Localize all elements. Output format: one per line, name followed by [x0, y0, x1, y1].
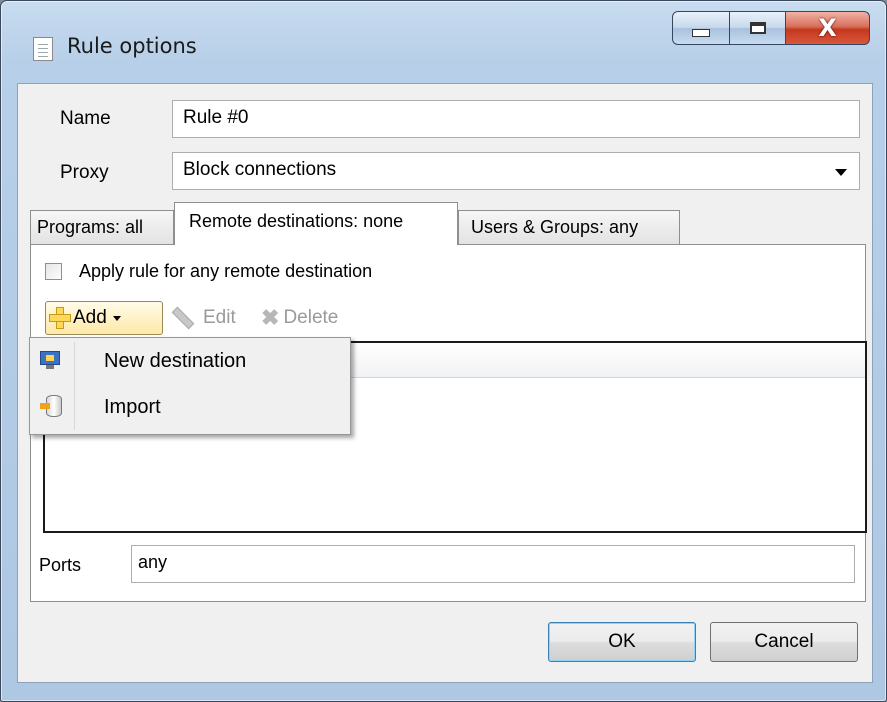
- delete-button[interactable]: ✖ Delete: [261, 303, 338, 333]
- apply-any-checkbox[interactable]: [45, 263, 62, 280]
- apply-any-label[interactable]: Apply rule for any remote destination: [79, 261, 372, 282]
- delete-icon: ✖: [261, 305, 280, 330]
- edit-button-label: Edit: [203, 307, 236, 328]
- name-input[interactable]: Rule #0: [172, 100, 860, 138]
- ports-input[interactable]: any: [131, 545, 855, 583]
- dropdown-arrow-icon: [112, 315, 121, 321]
- minimize-button[interactable]: [672, 11, 730, 45]
- menu-item-label: Import: [104, 396, 161, 418]
- monitor-icon: [40, 351, 60, 369]
- tab-programs[interactable]: Programs: all: [30, 210, 174, 244]
- title-bar[interactable]: Rule options X: [1, 1, 886, 83]
- menu-item-label: New destination: [104, 350, 247, 372]
- proxy-select[interactable]: Block connections: [172, 152, 860, 190]
- name-label: Name: [60, 108, 111, 129]
- delete-button-label: Delete: [283, 307, 339, 328]
- cancel-button[interactable]: Cancel: [710, 622, 858, 662]
- menu-item-new-destination[interactable]: New destination: [30, 340, 350, 386]
- caption-buttons: X: [672, 11, 870, 47]
- maximize-button[interactable]: [730, 11, 786, 45]
- edit-button[interactable]: Edit: [171, 303, 236, 333]
- add-dropdown-menu: New destination Import: [29, 337, 351, 435]
- menu-item-import[interactable]: Import: [30, 386, 350, 432]
- maximize-icon: [749, 22, 766, 34]
- proxy-label: Proxy: [60, 162, 109, 183]
- chevron-down-icon: [835, 169, 847, 176]
- document-icon: [33, 37, 53, 61]
- add-button[interactable]: Add: [45, 301, 163, 335]
- tab-remote-destinations[interactable]: Remote destinations: none: [174, 202, 458, 245]
- import-icon: [40, 395, 62, 419]
- window-title: Rule options: [67, 34, 197, 58]
- close-button[interactable]: X: [786, 11, 870, 45]
- ports-label: Ports: [39, 555, 82, 575]
- close-icon: X: [818, 14, 837, 42]
- minimize-icon: [692, 29, 710, 37]
- ok-button[interactable]: OK: [548, 622, 696, 662]
- add-button-label: Add: [73, 307, 107, 328]
- pencil-icon: [171, 306, 195, 330]
- tab-users-groups[interactable]: Users & Groups: any: [458, 210, 680, 244]
- rule-options-window: Rule options X Name Rule #0 Proxy Block …: [0, 0, 887, 702]
- proxy-select-value: Block connections: [183, 159, 337, 180]
- plus-icon: [49, 307, 71, 329]
